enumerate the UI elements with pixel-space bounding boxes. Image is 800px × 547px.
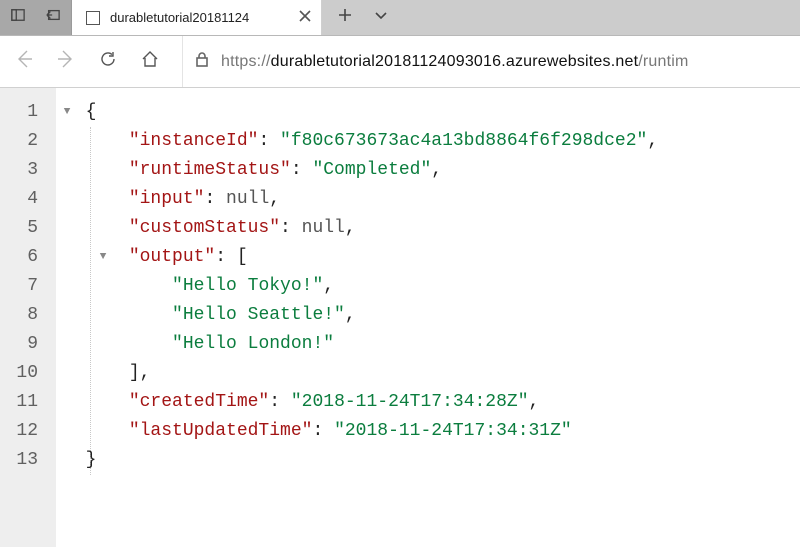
nav-bar: https://durabletutorial20181124093016.az… xyxy=(0,36,800,88)
code-line: "customStatus": null, xyxy=(64,214,800,243)
refresh-button[interactable] xyxy=(98,49,118,74)
line-number-gutter: 1 2 3 4 5 6 7 8 9 10 11 12 13 xyxy=(0,88,56,547)
line-number: 3 xyxy=(0,156,38,185)
code-line: "Hello London!" xyxy=(64,330,800,359)
tabs-aside-icon[interactable] xyxy=(11,8,25,27)
code-line: "instanceId": "f80c673673ac4a13bd8864f6f… xyxy=(64,127,800,156)
code-line: ▼ "output": [ xyxy=(64,243,800,272)
code-line: } xyxy=(64,446,800,475)
line-number: 2 xyxy=(0,127,38,156)
line-number: 5 xyxy=(0,214,38,243)
fold-arrow-icon[interactable]: ▼ xyxy=(62,98,72,127)
code-line: "lastUpdatedTime": "2018-11-24T17:34:31Z… xyxy=(64,417,800,446)
forward-button[interactable] xyxy=(56,49,76,74)
line-number: 10 xyxy=(0,359,38,388)
tab-menu-button[interactable] xyxy=(374,8,388,27)
tab-actions-corner xyxy=(0,0,72,35)
tab-strip: durabletutorial20181124 xyxy=(0,0,800,36)
line-number: 11 xyxy=(0,388,38,417)
lock-icon xyxy=(195,51,209,72)
line-number: 6 xyxy=(0,243,38,272)
tab-title: durabletutorial20181124 xyxy=(110,10,289,25)
line-number: 9 xyxy=(0,330,38,359)
set-aside-icon[interactable] xyxy=(46,8,60,27)
line-number: 13 xyxy=(0,446,38,475)
code-line: ▼ { xyxy=(64,98,800,127)
new-tab-button[interactable] xyxy=(338,8,352,27)
line-number: 12 xyxy=(0,417,38,446)
page-favicon xyxy=(86,11,100,25)
line-number: 8 xyxy=(0,301,38,330)
close-tab-button[interactable] xyxy=(299,9,311,27)
code-line: ], xyxy=(64,359,800,388)
json-viewer: 1 2 3 4 5 6 7 8 9 10 11 12 13 ▼ { "insta… xyxy=(0,88,800,547)
url-text: https://durabletutorial20181124093016.az… xyxy=(221,53,689,71)
code-line: "Hello Tokyo!", xyxy=(64,272,800,301)
line-number: 7 xyxy=(0,272,38,301)
home-button[interactable] xyxy=(140,49,160,74)
address-bar[interactable]: https://durabletutorial20181124093016.az… xyxy=(182,36,786,87)
tab-strip-actions xyxy=(322,0,800,35)
code-line: "createdTime": "2018-11-24T17:34:28Z", xyxy=(64,388,800,417)
browser-tab[interactable]: durabletutorial20181124 xyxy=(72,0,322,35)
code-line: "runtimeStatus": "Completed", xyxy=(64,156,800,185)
code-area[interactable]: ▼ { "instanceId": "f80c673673ac4a13bd886… xyxy=(56,88,800,547)
fold-arrow-icon[interactable]: ▼ xyxy=(98,243,108,272)
line-number: 1 xyxy=(0,98,38,127)
code-line: "input": null, xyxy=(64,185,800,214)
back-button[interactable] xyxy=(14,49,34,74)
code-line: "Hello Seattle!", xyxy=(64,301,800,330)
line-number: 4 xyxy=(0,185,38,214)
